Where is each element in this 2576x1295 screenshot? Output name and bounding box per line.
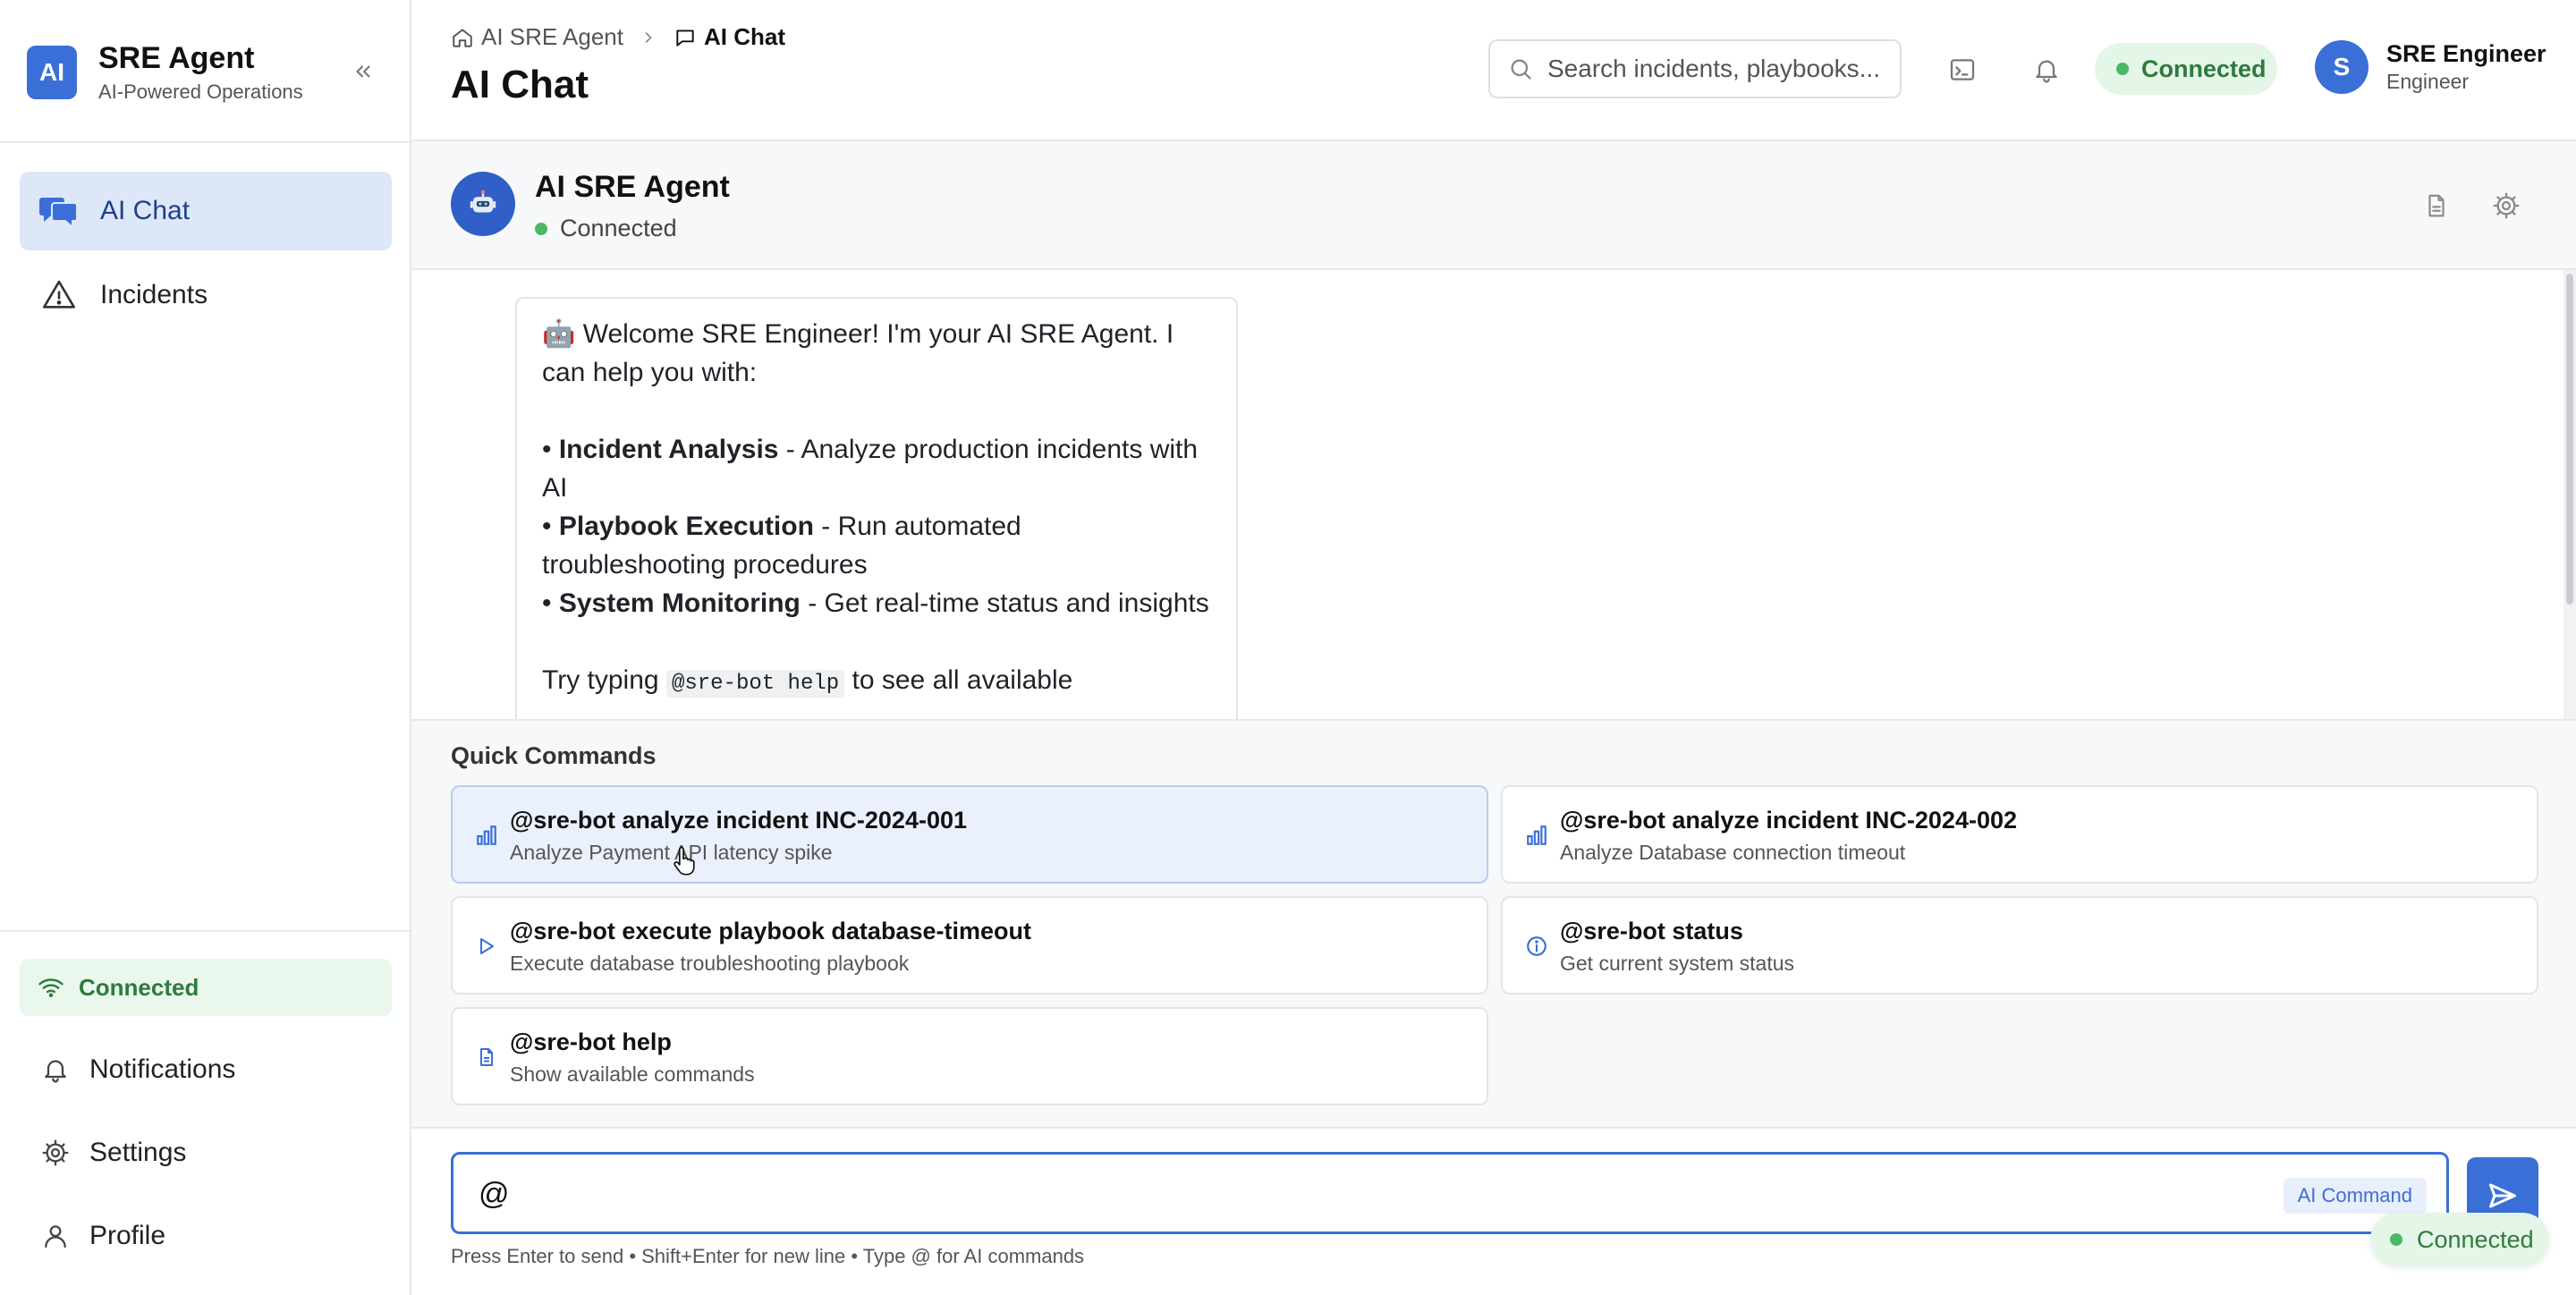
top-header: AI SRE Agent AI Chat AI Chat Connected S…	[411, 0, 2576, 141]
gear-icon	[38, 1135, 73, 1171]
robot-icon	[451, 172, 515, 236]
inline-code: @sre-bot help	[665, 670, 845, 698]
quick-command-text: @sre-bot analyze incident INC-2024-001	[510, 807, 967, 834]
status-dot	[2390, 1233, 2402, 1246]
agent-message: 🤖 Welcome SRE Engineer! I'm your AI SRE …	[515, 297, 1238, 719]
user-icon	[38, 1218, 73, 1254]
message-input[interactable]	[479, 1172, 2267, 1215]
breadcrumb: AI SRE Agent AI Chat	[451, 23, 785, 51]
chevrons-left-icon	[356, 65, 370, 78]
hand-cursor-icon	[674, 846, 695, 876]
quick-commands-panel: Quick Commands @sre-bot analyze incident…	[411, 719, 2576, 1127]
search-box[interactable]	[1488, 39, 1902, 98]
collapse-sidebar-button[interactable]	[347, 55, 379, 88]
gear-icon	[2493, 192, 2520, 219]
welcome-intro: 🤖 Welcome SRE Engineer! I'm your AI SRE …	[542, 319, 1174, 387]
capability-item: • Incident Analysis - Analyze production…	[542, 435, 1199, 503]
home-icon	[453, 28, 472, 47]
wifi-icon	[38, 976, 64, 999]
chat-bubble-icon	[676, 29, 694, 47]
composer-hint: Press Enter to send • Shift+Enter for ne…	[451, 1245, 1085, 1267]
try-hint: Try typing @sre-bot help to see all avai…	[542, 665, 1073, 698]
quick-command-text: @sre-bot execute playbook database-timeo…	[510, 918, 1031, 944]
bell-icon	[2036, 60, 2057, 83]
status-dot	[535, 222, 547, 235]
quick-command-analyze-inc-002[interactable]: @sre-bot analyze incident INC-2024-002 A…	[1501, 785, 2538, 884]
floating-connection-status: Connected	[2370, 1213, 2549, 1266]
breadcrumb-root[interactable]: AI SRE Agent	[451, 23, 623, 51]
user-name: SRE Engineer	[2386, 40, 2546, 67]
quick-commands-title: Quick Commands	[451, 742, 657, 769]
export-chat-button[interactable]	[2419, 188, 2454, 224]
brand-title: SRE Agent	[98, 41, 255, 75]
bell-icon	[38, 1052, 73, 1088]
capability-item: • Playbook Execution - Run automated tro…	[542, 512, 1021, 580]
quick-command-text: @sre-bot status	[1560, 918, 1743, 944]
sidebar-item-profile[interactable]: Profile	[20, 1204, 392, 1268]
chat-settings-button[interactable]	[2488, 188, 2524, 224]
agent-status: Connected	[535, 215, 677, 242]
avatar: S	[2315, 40, 2368, 94]
play-icon	[472, 932, 501, 961]
sidebar-item-notifications[interactable]: Notifications	[20, 1037, 392, 1102]
chat-icon	[38, 190, 80, 233]
chat-header: AI SRE Agent Connected	[411, 141, 2576, 270]
quick-command-help[interactable]: @sre-bot help Show available commands	[451, 1007, 1488, 1105]
chevron-right-icon	[640, 29, 657, 47]
quick-command-desc: Analyze Database connection timeout	[1560, 841, 1906, 864]
send-icon	[2489, 1183, 2516, 1208]
ai-command-badge: AI Command	[2283, 1178, 2427, 1214]
sidebar-status-label: Connected	[79, 973, 199, 1001]
sidebar-connection-status: Connected	[20, 959, 392, 1016]
breadcrumb-current: AI Chat	[674, 23, 785, 51]
sidebar: AI SRE Agent AI-Powered Operations AI Ch…	[0, 0, 411, 1295]
status-dot	[2116, 63, 2129, 75]
document-icon	[472, 1043, 501, 1071]
search-icon	[1511, 59, 1531, 80]
sidebar-item-label: Incidents	[100, 280, 208, 309]
connection-status-badge: Connected	[2095, 43, 2277, 95]
notifications-button[interactable]	[2027, 50, 2066, 89]
user-role: Engineer	[2386, 70, 2470, 93]
scrollbar[interactable]	[2563, 270, 2576, 719]
warning-icon	[38, 274, 80, 317]
brand: AI SRE Agent AI-Powered Operations	[27, 39, 303, 106]
quick-command-text: @sre-bot analyze incident INC-2024-002	[1560, 807, 2017, 834]
quick-command-desc: Show available commands	[510, 1062, 755, 1086]
capability-item: • System Monitoring - Get real-time stat…	[542, 588, 1209, 618]
sidebar-link-label: Notifications	[89, 1054, 236, 1084]
sidebar-item-ai-chat[interactable]: AI Chat	[20, 172, 392, 250]
terminal-button[interactable]	[1943, 50, 1982, 89]
quick-command-status[interactable]: @sre-bot status Get current system statu…	[1501, 896, 2538, 995]
brand-logo: AI	[27, 46, 77, 99]
quick-command-analyze-inc-001[interactable]: @sre-bot analyze incident INC-2024-001 A…	[451, 785, 1488, 884]
bar-chart-icon	[472, 821, 501, 850]
page-title: AI Chat	[451, 63, 589, 106]
info-icon	[1522, 932, 1551, 961]
quick-command-text: @sre-bot help	[510, 1028, 672, 1055]
sidebar-item-incidents[interactable]: Incidents	[20, 256, 392, 334]
bar-chart-icon	[1522, 821, 1551, 850]
quick-command-desc: Execute database troubleshooting playboo…	[510, 952, 910, 975]
nav-divider	[0, 141, 411, 143]
message-list[interactable]: 🤖 Welcome SRE Engineer! I'm your AI SRE …	[411, 270, 2576, 719]
quick-command-execute-playbook[interactable]: @sre-bot execute playbook database-timeo…	[451, 896, 1488, 995]
sidebar-item-settings[interactable]: Settings	[20, 1121, 392, 1185]
sidebar-item-label: AI Chat	[100, 196, 191, 225]
sidebar-link-label: Profile	[89, 1221, 166, 1250]
user-menu[interactable]: S SRE Engineer Engineer	[2315, 39, 2546, 95]
composer: AI Command Press Enter to send • Shift+E…	[411, 1127, 2576, 1295]
terminal-icon	[1950, 59, 1975, 80]
search-input[interactable]	[1547, 55, 1896, 83]
brand-subtitle: AI-Powered Operations	[98, 80, 303, 103]
message-input-box[interactable]: AI Command	[451, 1152, 2449, 1234]
scrollbar-thumb[interactable]	[2566, 274, 2573, 605]
sidebar-bottom-divider	[0, 930, 411, 932]
agent-name: AI SRE Agent	[535, 170, 730, 204]
sidebar-link-label: Settings	[89, 1138, 187, 1167]
quick-command-desc: Get current system status	[1560, 952, 1795, 975]
document-icon	[2428, 194, 2445, 217]
